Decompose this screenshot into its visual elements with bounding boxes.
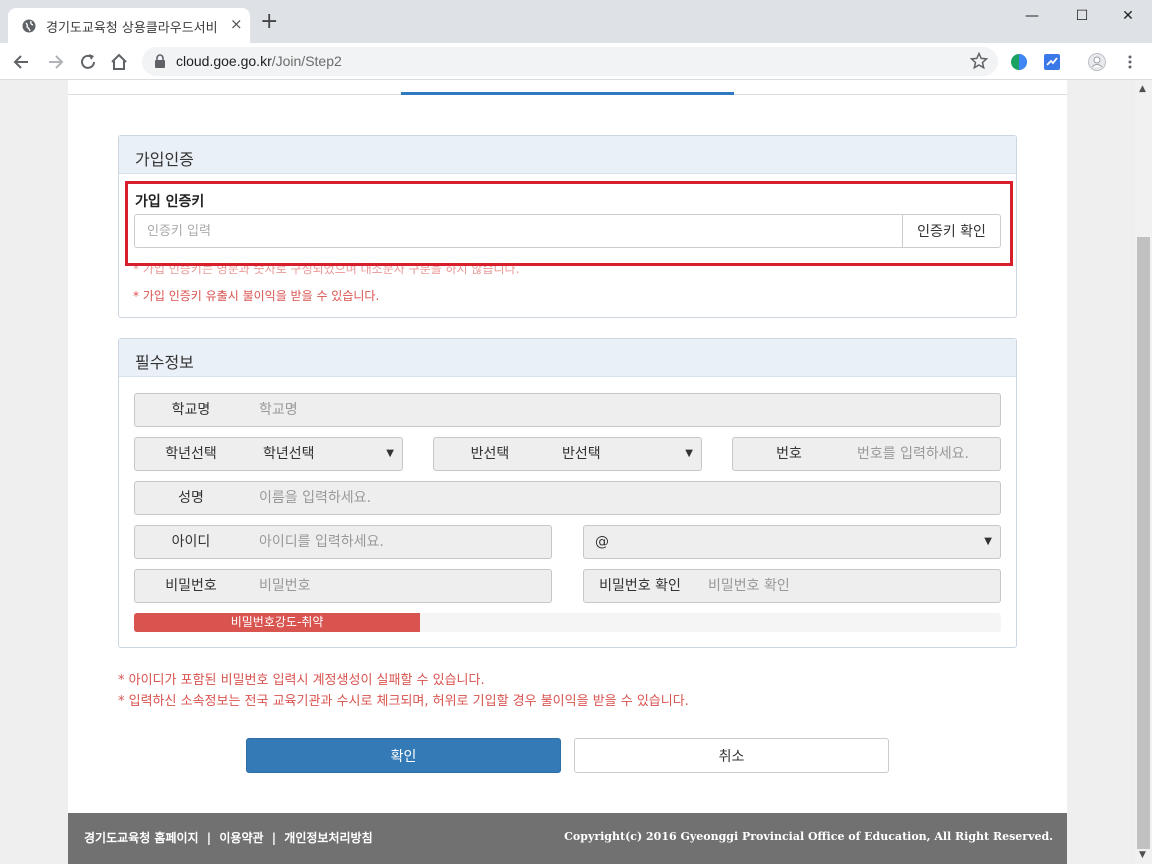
at-sign-label: @ [583, 525, 621, 559]
close-window-button[interactable]: ✕ [1108, 5, 1148, 27]
menu-dots-icon[interactable] [1121, 53, 1139, 71]
grade-select[interactable]: 학년선택 ▼ [247, 437, 403, 471]
page-footer: 경기도교육청 홈페이지 | 이용약관 | 개인정보처리방침 Copyright(… [68, 813, 1067, 864]
email-domain-select[interactable]: ▼ [620, 525, 1001, 559]
password-confirm-label: 비밀번호 확인 [583, 569, 697, 603]
name-label: 성명 [134, 481, 248, 515]
back-arrow-icon[interactable] [12, 52, 32, 72]
class-label: 반선택 [433, 437, 547, 471]
page-scrollbar[interactable]: ▲ ▼ [1135, 80, 1152, 864]
password-strength-bar: 비밀번호강도-취약 [134, 613, 1001, 632]
page-viewport: 가입인증 가입 인증키 인증키 확인 * 가입 인증키는 영문과 숫자로 구성되… [0, 80, 1135, 864]
copyright-text: Copyright(c) 2016 Gyeonggi Provincial Of… [564, 830, 1053, 843]
browser-toolbar: cloud.goe.go.kr/Join/Step2 [0, 43, 1152, 80]
extension-chart-icon[interactable] [1043, 53, 1061, 71]
browser-tab-bar: 경기도교육청 상용클라우드서비 × + — ☐ ✕ [0, 0, 1152, 43]
footer-links: 경기도교육청 홈페이지 | 이용약관 | 개인정보처리방침 [84, 829, 373, 846]
browser-tab[interactable]: 경기도교육청 상용클라우드서비 × [8, 8, 250, 43]
footer-link-privacy[interactable]: 개인정보처리방침 [284, 831, 372, 845]
lock-icon[interactable] [154, 54, 166, 68]
password-strength-fill: 비밀번호강도-취약 [134, 613, 421, 632]
class-dropdown-arrow-icon: ▼ [685, 448, 693, 459]
grade-select-value: 학년선택 [263, 446, 315, 462]
domain-dropdown-arrow-icon: ▼ [984, 536, 992, 547]
required-info-panel: 필수정보 학교명 학년선택 학년선택 ▼ 반선택 반선택 ▼ 번호 성명 아이디… [118, 338, 1017, 648]
forward-arrow-icon[interactable] [45, 52, 65, 72]
reload-icon[interactable] [78, 52, 98, 72]
auth-note-leak: * 가입 인증키 유출시 불이익을 받을 수 있습니다. [133, 289, 380, 303]
bookmark-star-icon[interactable] [970, 52, 988, 70]
auth-panel: 가입인증 가입 인증키 인증키 확인 * 가입 인증키는 영문과 숫자로 구성되… [118, 135, 1017, 318]
home-icon[interactable] [109, 52, 129, 72]
name-input[interactable] [247, 481, 1001, 515]
confirm-button[interactable]: 확인 [246, 738, 561, 773]
globe-icon [22, 19, 36, 33]
number-input[interactable] [845, 437, 1001, 471]
highlight-box [125, 181, 1013, 266]
footer-link-terms[interactable]: 이용약관 [219, 831, 263, 845]
scroll-up-arrow-icon[interactable]: ▲ [1139, 84, 1146, 94]
school-input[interactable] [247, 393, 1001, 427]
scrollbar-thumb[interactable] [1137, 237, 1150, 849]
profile-avatar-icon[interactable] [1088, 53, 1106, 71]
scroll-down-arrow-icon[interactable]: ▼ [1139, 850, 1146, 860]
password-confirm-input[interactable] [696, 569, 1001, 603]
active-step-indicator [401, 92, 734, 95]
id-label: 아이디 [134, 525, 248, 559]
password-input[interactable] [247, 569, 552, 603]
school-label: 학교명 [134, 393, 248, 427]
id-input[interactable] [247, 525, 552, 559]
footer-separator: | [271, 831, 277, 845]
number-label: 번호 [732, 437, 846, 471]
page-container: 가입인증 가입 인증키 인증키 확인 * 가입 인증키는 영문과 숫자로 구성되… [68, 80, 1067, 864]
maximize-button[interactable]: ☐ [1062, 5, 1102, 27]
required-panel-title: 필수정보 [119, 339, 1016, 377]
tab-title: 경기도교육청 상용클라우드서비 [46, 21, 218, 36]
grade-dropdown-arrow-icon: ▼ [386, 448, 394, 459]
class-select[interactable]: 반선택 ▼ [546, 437, 702, 471]
grade-label: 학년선택 [134, 437, 248, 471]
footer-link-home[interactable]: 경기도교육청 홈페이지 [84, 831, 199, 845]
warning-note-id: * 아이디가 포함된 비밀번호 입력시 계정생성이 실패할 수 있습니다. [118, 673, 485, 688]
warning-note-affiliation: * 입력하신 소속정보는 전국 교육기관과 수시로 체크되며, 허위로 기입할 … [118, 694, 689, 709]
auth-panel-title: 가입인증 [119, 136, 1016, 174]
address-bar[interactable]: cloud.goe.go.kr/Join/Step2 [142, 47, 998, 76]
class-select-value: 반선택 [562, 446, 601, 462]
new-tab-button[interactable]: + [260, 11, 278, 33]
extension-circle-icon[interactable] [1010, 53, 1028, 71]
tab-close-icon[interactable]: × [230, 14, 243, 34]
footer-separator: | [206, 831, 212, 845]
url-text: cloud.goe.go.kr/Join/Step2 [176, 53, 342, 69]
password-label: 비밀번호 [134, 569, 248, 603]
cancel-button[interactable]: 취소 [574, 738, 889, 773]
minimize-button[interactable]: — [1012, 5, 1052, 27]
